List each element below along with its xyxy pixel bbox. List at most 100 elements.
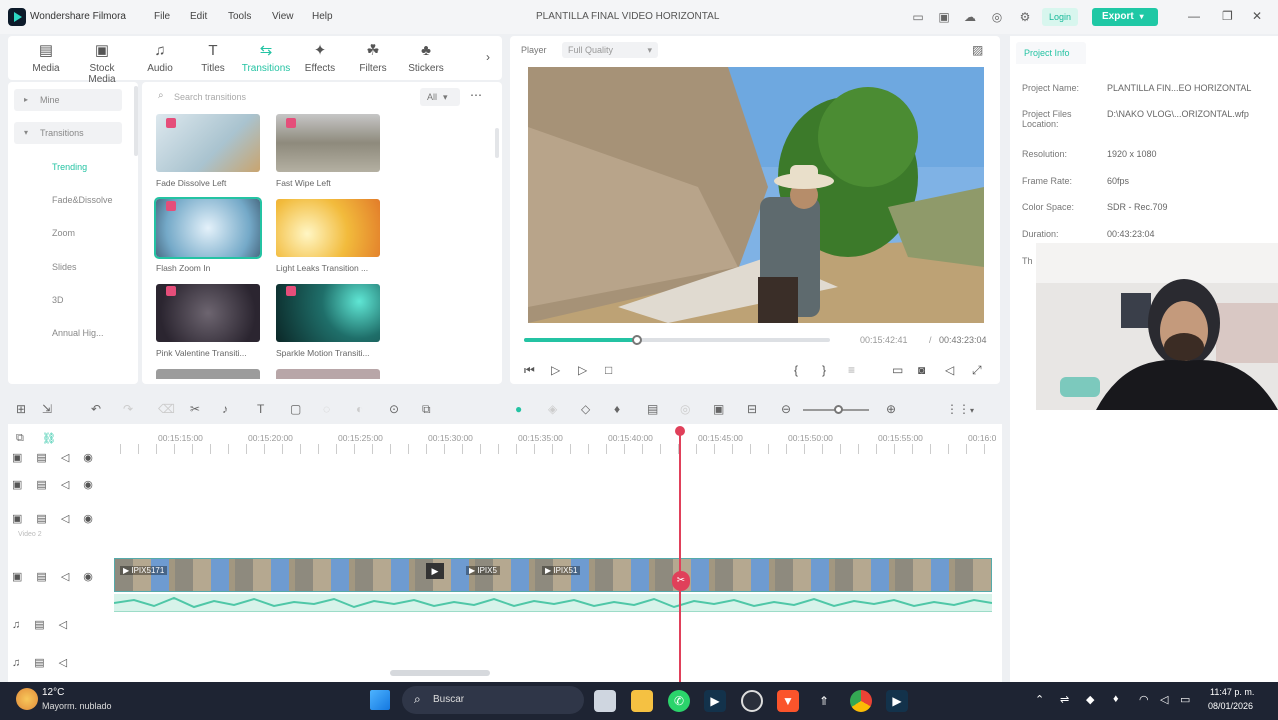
pip-icon[interactable]: ▣ <box>713 402 724 416</box>
filmora-taskbar-icon[interactable]: ▶ <box>886 690 908 712</box>
zoom-slider-knob[interactable] <box>834 405 843 414</box>
tab-filters[interactable]: ☘ Filters <box>347 42 399 74</box>
mark-out-icon[interactable]: } <box>822 363 826 377</box>
marker-icon[interactable]: ≡ <box>848 363 855 377</box>
step-back-icon[interactable]: ⏮ <box>524 363 535 378</box>
category-3d[interactable]: 3D <box>22 289 130 311</box>
video-clip[interactable] <box>114 558 992 592</box>
chevron-down-icon[interactable]: ▾ <box>970 406 974 415</box>
gift-icon[interactable]: ⚙ <box>1018 10 1032 24</box>
tab-stickers[interactable]: ♣ Stickers <box>400 42 452 74</box>
mute-icon[interactable]: ◁ <box>61 571 69 583</box>
mute-icon[interactable]: ◁ <box>59 619 67 631</box>
task-view-icon[interactable] <box>594 690 616 712</box>
rocket-icon[interactable]: ⇑ <box>813 690 835 712</box>
category-transitions[interactable]: ▾ Transitions <box>14 122 122 144</box>
audio-waveform[interactable] <box>113 594 993 612</box>
folder-icon[interactable]: ▤ <box>36 479 46 491</box>
windows-start-icon[interactable] <box>370 690 390 710</box>
zoom-out-icon[interactable]: ⊖ <box>781 402 791 416</box>
brave-icon[interactable]: ▼ <box>777 690 799 712</box>
tray-icon[interactable]: ⇌ <box>1060 693 1069 706</box>
menu-help[interactable]: Help <box>312 11 333 22</box>
tray-icon[interactable]: ◆ <box>1086 693 1094 706</box>
tab-effects[interactable]: ✦ Effects <box>294 42 346 74</box>
transition-thumb[interactable] <box>156 369 260 379</box>
menu-file[interactable]: File <box>154 11 170 22</box>
eye-icon[interactable]: ◉ <box>83 479 93 491</box>
split-marker-icon[interactable]: ✂ <box>672 571 690 591</box>
zoom-in-icon[interactable]: ⊕ <box>886 402 896 416</box>
category-trending[interactable]: Trending <box>22 156 130 178</box>
shield-icon[interactable]: ◇ <box>581 402 590 416</box>
wifi-icon[interactable]: ◠ <box>1139 693 1149 706</box>
display-icon[interactable]: ▭ <box>892 363 903 377</box>
taskbar-search[interactable]: ⌕ Buscar <box>402 686 584 714</box>
play-icon[interactable]: ▷ <box>578 363 587 377</box>
redo-icon[interactable]: ↷ <box>123 402 133 416</box>
login-button[interactable]: Login <box>1042 8 1078 26</box>
camera-icon[interactable]: ◙ <box>918 363 925 377</box>
chevron-up-icon[interactable]: ⌃ <box>1035 693 1044 706</box>
stabilize-icon[interactable]: ⊙ <box>389 402 399 416</box>
menu-edit[interactable]: Edit <box>190 11 207 22</box>
timeline-scrollbar[interactable] <box>390 670 490 676</box>
mark-in-icon[interactable]: { <box>794 363 798 377</box>
ai-icon[interactable]: ◈ <box>548 402 557 416</box>
grid-view-icon[interactable]: ⋮⋮ <box>946 402 970 416</box>
split-icon[interactable]: ✂ <box>190 402 200 416</box>
category-slides[interactable]: Slides <box>22 256 130 278</box>
snapshot-icon[interactable]: ▨ <box>972 43 983 57</box>
progress-knob[interactable] <box>632 335 642 345</box>
transition-thumb[interactable] <box>276 369 380 379</box>
speed-icon[interactable]: ◌ <box>323 402 330 416</box>
tab-audio[interactable]: ♫ Audio <box>134 42 186 74</box>
render-icon[interactable]: ● <box>515 402 522 416</box>
menu-tools[interactable]: Tools <box>228 11 251 22</box>
select-tool-icon[interactable]: ⇲ <box>42 402 52 416</box>
playback-progress[interactable] <box>524 338 830 342</box>
playhead-handle[interactable] <box>675 426 685 436</box>
tab-media[interactable]: ▤ Media <box>20 42 72 74</box>
save-icon[interactable]: ▣ <box>937 10 951 24</box>
chevron-right-icon[interactable]: › <box>486 50 490 64</box>
layout-icon[interactable]: ⊞ <box>16 402 26 416</box>
folder-icon[interactable]: ▤ <box>36 571 46 583</box>
folder-icon[interactable]: ▤ <box>36 513 46 525</box>
folder-icon[interactable]: ▤ <box>34 657 44 669</box>
filter-dropdown[interactable]: All ▾ <box>420 88 460 106</box>
close-icon[interactable]: ✕ <box>1252 9 1262 23</box>
color-icon[interactable]: ◐ <box>356 402 363 416</box>
export-button[interactable]: Export ▾ <box>1092 8 1158 26</box>
mute-icon[interactable]: ◁ <box>61 479 69 491</box>
more-options-icon[interactable]: ⋯ <box>470 88 482 102</box>
monitor-icon[interactable]: ▭ <box>911 10 925 24</box>
chrome-icon[interactable] <box>850 690 872 712</box>
eye-icon[interactable]: ◉ <box>83 452 93 464</box>
support-icon[interactable]: ◎ <box>990 10 1004 24</box>
playhead[interactable] <box>679 428 681 682</box>
folder-icon[interactable]: ▤ <box>36 452 46 464</box>
microphone-icon[interactable]: ♦ <box>614 402 620 416</box>
delete-icon[interactable]: ⌫ <box>158 402 175 416</box>
eye-icon[interactable]: ◉ <box>83 571 93 583</box>
transition-thumb[interactable] <box>276 199 380 257</box>
whatsapp-icon[interactable]: ✆ <box>668 690 690 712</box>
stop-icon[interactable]: □ <box>605 363 612 377</box>
category-zoom[interactable]: Zoom <box>22 222 130 244</box>
file-explorer-icon[interactable] <box>631 690 653 712</box>
mute-icon[interactable]: ◁ <box>59 657 67 669</box>
obs-icon[interactable] <box>741 690 763 712</box>
tab-transitions[interactable]: ⇆ Transitions <box>240 42 292 74</box>
category-annual[interactable]: Annual Hig... <box>22 322 130 344</box>
undo-icon[interactable]: ↶ <box>91 402 101 416</box>
cloud-icon[interactable]: ☁ <box>963 10 977 24</box>
mute-icon[interactable]: ◁ <box>61 452 69 464</box>
tab-stock-media[interactable]: ▣ Stock Media <box>76 42 128 85</box>
folder-icon[interactable]: ▤ <box>34 619 44 631</box>
category-scrollbar[interactable] <box>134 86 138 156</box>
volume-icon[interactable]: ◁ <box>945 363 954 377</box>
add-track-icon[interactable]: ⧉ <box>16 432 24 445</box>
tab-project-info[interactable]: Project Info <box>1016 42 1086 64</box>
menu-view[interactable]: View <box>272 11 294 22</box>
